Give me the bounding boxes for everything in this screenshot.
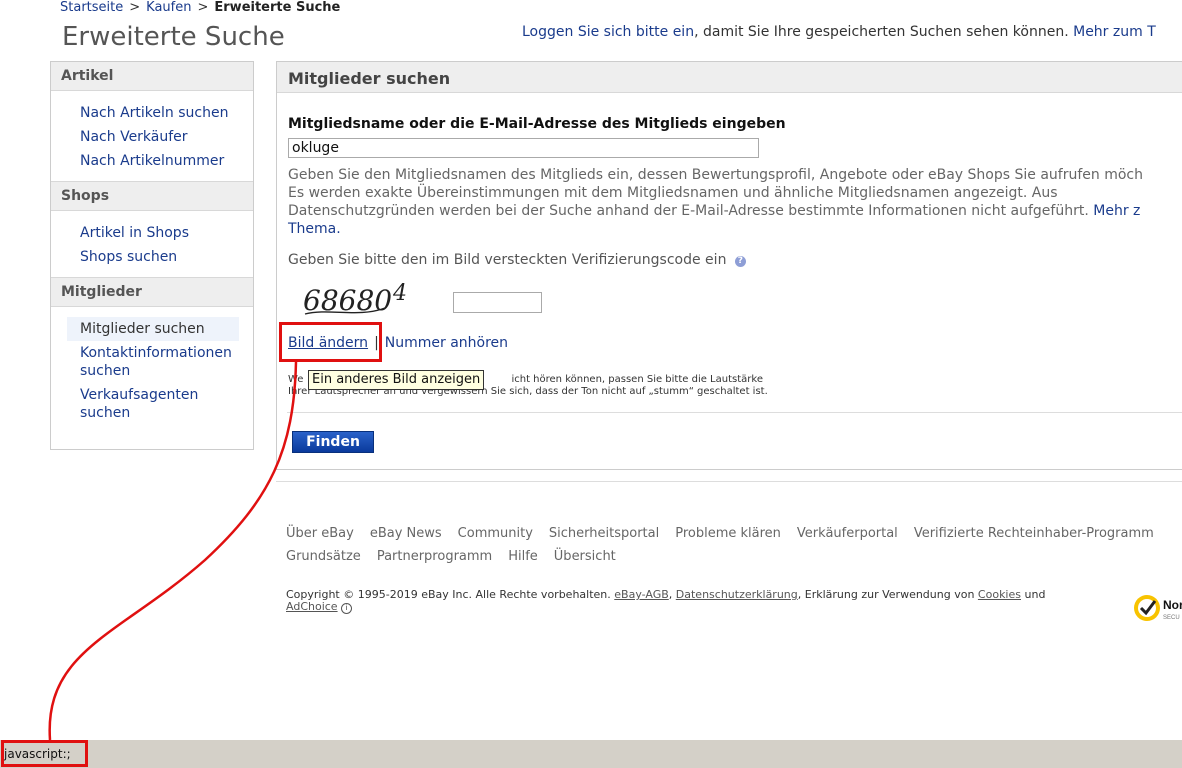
adchoice-icon[interactable]: i <box>341 603 353 614</box>
breadcrumb-separator: > <box>197 0 209 15</box>
help-text-line-1: Geben Sie den Mitgliedsnamen des Mitglie… <box>288 167 1143 183</box>
sidebar-item-search-shops[interactable]: Shops suchen <box>51 245 253 269</box>
tooltip: Ein anderes Bild anzeigen <box>308 370 485 390</box>
info-icon[interactable]: ? <box>734 256 746 267</box>
member-search-panel: Mitglieder suchen Mitgliedsname oder die… <box>276 61 1182 470</box>
adchoice-link[interactable]: AdChoice <box>286 600 338 613</box>
audio-note-line-1-start: We <box>288 374 304 385</box>
sidebar-item-contact-info[interactable]: Kontaktinformationen suchen <box>51 341 253 383</box>
status-bar: javascript:; <box>0 740 1182 768</box>
panel-heading: Mitglieder suchen <box>277 62 1182 93</box>
sidebar-item-trading-assistants[interactable]: Verkaufsagenten suchen <box>51 383 253 425</box>
help-text-line-3: Datenschutzgründen werden bei der Suche … <box>288 203 1089 219</box>
member-field-label: Mitgliedsname oder die E-Mail-Adresse de… <box>288 116 786 132</box>
footer-link-news[interactable]: eBay News <box>370 526 442 541</box>
norton-seal-text: Nor <box>1163 598 1182 612</box>
norton-seal-subtext: SECU <box>1163 615 1180 621</box>
cookies-link[interactable]: Cookies <box>978 588 1021 601</box>
captcha-image: 68680 4 <box>303 281 407 317</box>
help-text: Geben Sie den Mitgliedsnamen des Mitglie… <box>288 166 1182 238</box>
more-about-topic-link[interactable]: Mehr zum T <box>1073 24 1156 40</box>
copyright: Copyright © 1995-2019 eBay Inc. Alle Rec… <box>286 588 1046 614</box>
captcha-input[interactable] <box>453 292 542 313</box>
find-button[interactable]: Finden <box>292 431 374 453</box>
audio-note-line-1-end: icht hören können, passen Sie bitte die … <box>511 374 763 385</box>
footer-link-security[interactable]: Sicherheitsportal <box>549 526 659 541</box>
breadcrumb-home-link[interactable]: Startseite <box>60 0 123 15</box>
listen-number-link[interactable]: Nummer anhören <box>385 335 508 351</box>
sidebar-section-articles: Artikel Nach Artikeln suchen Nach Verkäu… <box>51 62 253 181</box>
sidebar-item-by-seller[interactable]: Nach Verkäufer <box>51 125 253 149</box>
sidebar-item-search-members[interactable]: Mitglieder suchen <box>67 317 239 341</box>
sidebar: Artikel Nach Artikeln suchen Nach Verkäu… <box>50 61 254 450</box>
footer-link-vero[interactable]: Verifizierte Rechteinhaber-Programm <box>914 526 1154 541</box>
login-note-text: , damit Sie Ihre gespeicherten Suchen se… <box>694 24 1069 40</box>
annotation-box-status-text <box>1 740 88 767</box>
privacy-link[interactable]: Datenschutzerklärung <box>676 588 798 601</box>
norton-seal-icon[interactable]: Nor SECU <box>1132 592 1182 624</box>
sidebar-item-by-item-number[interactable]: Nach Artikelnummer <box>51 149 253 173</box>
footer-link-help[interactable]: Hilfe <box>508 549 538 564</box>
breadcrumb-separator: > <box>129 0 141 15</box>
sidebar-section-members: Mitglieder Mitglieder suchen Kontaktinfo… <box>51 277 253 433</box>
footer-link-resolve[interactable]: Probleme klären <box>675 526 781 541</box>
agb-link[interactable]: eBay-AGB <box>614 588 669 601</box>
member-search-input[interactable] <box>288 138 759 158</box>
panel-divider <box>287 412 1182 413</box>
and-text: und <box>1024 588 1046 601</box>
sidebar-section-shops: Shops Artikel in Shops Shops suchen <box>51 181 253 277</box>
login-link[interactable]: Loggen Sie sich bitte ein <box>522 24 694 40</box>
sidebar-item-search-articles[interactable]: Nach Artikeln suchen <box>51 101 253 125</box>
sidebar-heading-members: Mitglieder <box>51 277 253 307</box>
footer-link-policies[interactable]: Grundsätze <box>286 549 361 564</box>
sidebar-item-articles-in-shops[interactable]: Artikel in Shops <box>51 221 253 245</box>
captcha-code-extra: 4 <box>392 281 407 306</box>
help-topic-link[interactable]: Thema. <box>288 221 341 237</box>
help-more-link[interactable]: Mehr z <box>1093 203 1140 219</box>
sidebar-heading-shops: Shops <box>51 181 253 211</box>
help-text-line-2: Es werden exakte Übereinstimmungen mit d… <box>288 185 1058 201</box>
footer-link-about[interactable]: Über eBay <box>286 526 354 541</box>
breadcrumb: Startseite > Kaufen > Erweiterte Suche <box>60 0 340 15</box>
captcha-prompt: Geben Sie bitte den im Bild versteckten … <box>288 252 746 268</box>
footer-divider <box>276 481 1182 482</box>
login-note: Loggen Sie sich bitte ein, damit Sie Ihr… <box>522 24 1156 40</box>
annotation-box-change-image <box>279 322 382 362</box>
captcha-prompt-text: Geben Sie bitte den im Bild versteckten … <box>288 252 727 268</box>
footer-link-sitemap[interactable]: Übersicht <box>554 549 616 564</box>
footer-links: Über eBay eBay News Community Sicherheitspo… <box>286 522 1176 568</box>
cookies-text: , Erklärung zur Verwendung von <box>797 588 975 601</box>
footer-link-seller-portal[interactable]: Verkäuferportal <box>797 526 898 541</box>
page-title: Erweiterte Suche <box>62 22 285 52</box>
sidebar-heading-articles: Artikel <box>51 62 253 91</box>
footer-link-affiliate[interactable]: Partnerprogramm <box>377 549 492 564</box>
footer-link-community[interactable]: Community <box>458 526 533 541</box>
breadcrumb-current: Erweiterte Suche <box>214 0 341 15</box>
breadcrumb-buy-link[interactable]: Kaufen <box>146 0 191 15</box>
